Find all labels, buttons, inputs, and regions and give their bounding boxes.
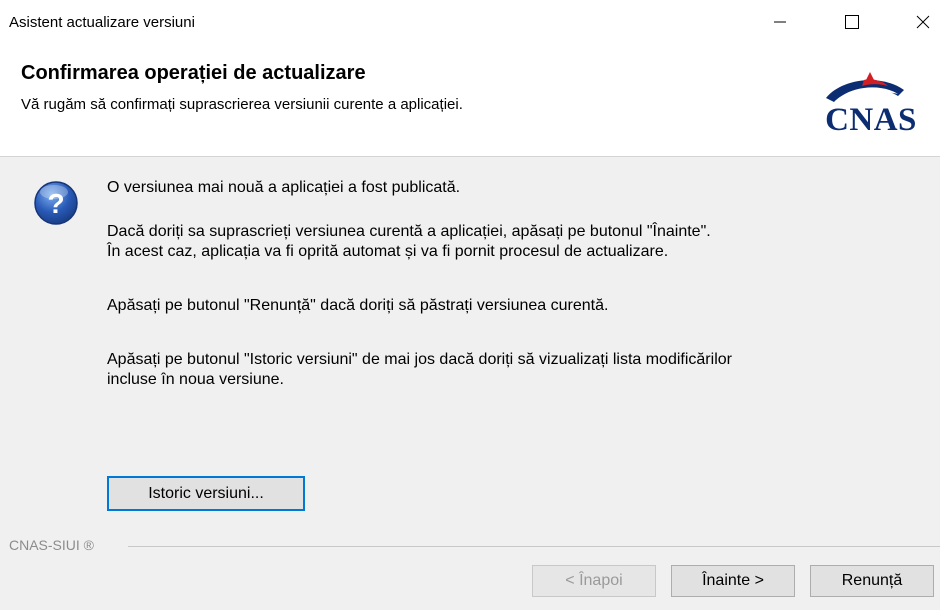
next-button[interactable]: Înainte > <box>671 565 795 597</box>
message-new-version: O versiunea mai nouă a aplicației a fost… <box>107 179 461 196</box>
maximize-icon <box>845 15 859 29</box>
message-overwrite-line2: În acest caz, aplicația va fi oprită aut… <box>107 243 669 260</box>
wizard-window: Asistent actualizare versiuni Confirmare… <box>0 0 940 610</box>
history-button[interactable]: Istoric versiuni... <box>107 476 305 511</box>
close-icon <box>916 15 930 29</box>
question-icon: ? <box>33 180 79 226</box>
footer-brand-label: CNAS-SIUI ® <box>9 537 94 553</box>
message-history-line2: incluse în noua versiune. <box>107 371 284 388</box>
logo-text: CNAS <box>825 102 917 138</box>
footer-divider <box>128 546 940 547</box>
minimize-icon <box>774 21 786 23</box>
cancel-button[interactable]: Renunță <box>810 565 934 597</box>
minimize-button[interactable] <box>757 0 803 44</box>
message-overwrite: Dacă doriți sa suprascrieți versiunea cu… <box>107 222 907 262</box>
wizard-header: Confirmarea operației de actualizare Vă … <box>0 44 940 157</box>
title-bar[interactable]: Asistent actualizare versiuni <box>0 0 940 44</box>
cnas-logo: CNAS <box>812 68 930 138</box>
page-subtitle: Vă rugăm să confirmați suprascrierea ver… <box>21 96 463 113</box>
svg-text:?: ? <box>47 188 64 219</box>
message-history-info: Apăsați pe butonul "Istoric versiuni" de… <box>107 350 917 390</box>
message-overwrite-line1: Dacă doriți sa suprascrieți versiunea cu… <box>107 223 711 240</box>
back-button[interactable]: < Înapoi <box>532 565 656 597</box>
page-title: Confirmarea operației de actualizare <box>21 62 366 84</box>
message-cancel-info: Apăsați pe butonul "Renunță" dacă doriți… <box>107 297 609 314</box>
close-button[interactable] <box>900 0 940 44</box>
window-title: Asistent actualizare versiuni <box>9 14 195 31</box>
message-history-line1: Apăsați pe butonul "Istoric versiuni" de… <box>107 351 732 368</box>
maximize-button[interactable] <box>829 0 875 44</box>
